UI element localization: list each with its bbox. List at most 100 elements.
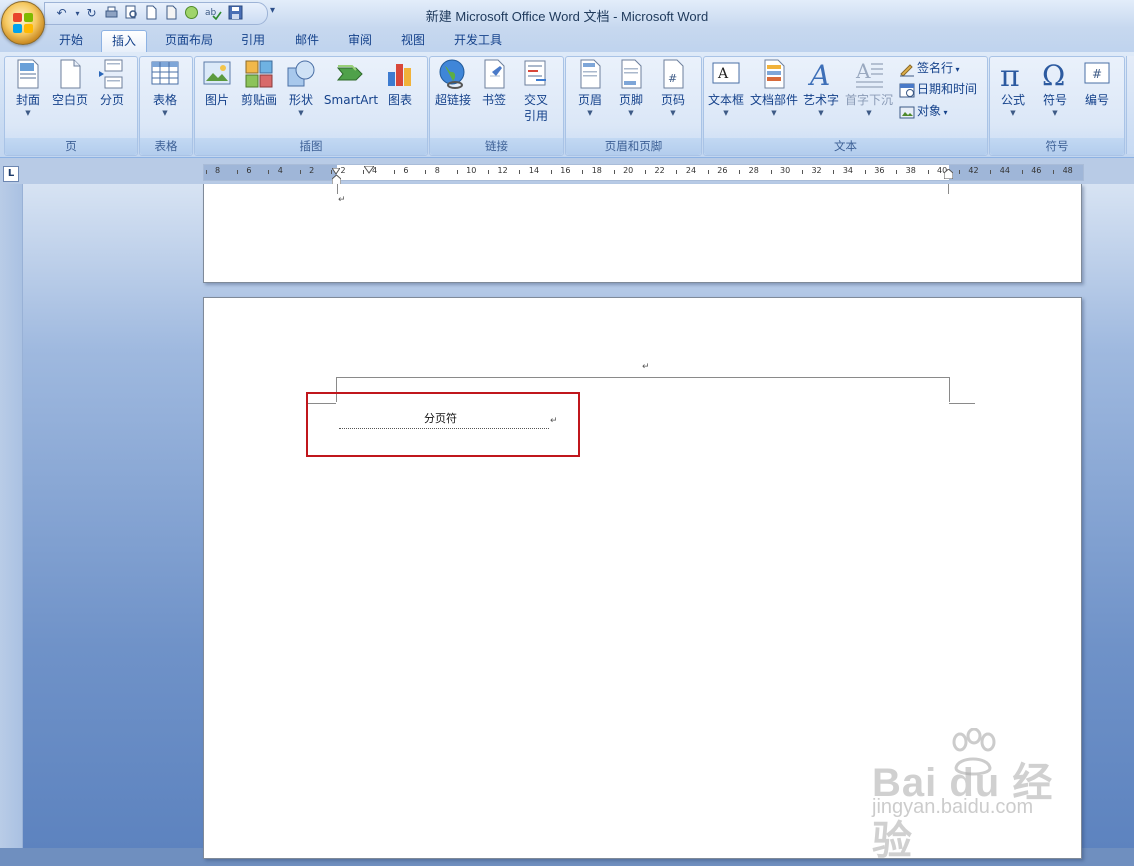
circle-icon[interactable] — [183, 5, 200, 22]
ruler-tick-label: 8 — [434, 166, 440, 175]
symbol-button[interactable]: Ω 符号 ▼ — [1035, 58, 1075, 118]
text-box-button[interactable]: A 文本框 ▼ — [706, 58, 746, 118]
right-indent-marker[interactable] — [943, 168, 954, 180]
omega-icon: Ω — [1039, 58, 1071, 92]
equation-button[interactable]: π 公式 ▼ — [993, 58, 1033, 118]
bookmark-icon — [478, 58, 510, 90]
numbering-button[interactable]: # 编号 — [1077, 58, 1117, 108]
text-box-icon: A — [710, 58, 742, 90]
ruler-tick — [1021, 170, 1023, 174]
page-number-button[interactable]: # 页码 ▼ — [653, 58, 693, 118]
object-icon — [899, 104, 915, 120]
ruler-tick — [645, 170, 647, 174]
shapes-icon — [285, 58, 317, 90]
ruler-tick-label: 18 — [591, 166, 602, 175]
undo-icon[interactable]: ↶ — [53, 5, 70, 22]
tab-insert[interactable]: 插入 — [101, 30, 147, 52]
hyperlink-button[interactable]: 超链接 — [432, 58, 474, 108]
ruler-tick-label: 24 — [685, 166, 697, 175]
vertical-ruler[interactable] — [0, 184, 23, 848]
picture-icon — [201, 58, 233, 90]
bookmark-button[interactable]: 书签 — [476, 58, 512, 108]
cover-page-button[interactable]: 封面 ▼ — [8, 58, 48, 118]
spelling-check-icon[interactable]: ab — [205, 5, 222, 22]
dropdown-arrow-icon: ▼ — [1010, 109, 1016, 117]
dropdown-arrow-icon: ▾ — [953, 65, 960, 74]
page-number-icon: # — [657, 58, 689, 90]
ruler-tick-label: 4 — [277, 166, 283, 175]
tab-stop-selector[interactable]: L — [3, 166, 19, 182]
ruler-tick-label: 2 — [309, 166, 315, 175]
quick-parts-icon — [758, 58, 790, 90]
ruler-tick — [613, 170, 615, 174]
ruler-tick — [519, 170, 521, 174]
ruler-tick-label: 34 — [842, 166, 854, 175]
group-label: 文本 — [704, 138, 987, 155]
ruler-tick — [896, 170, 898, 174]
tab-view[interactable]: 视图 — [392, 30, 434, 51]
date-time-button[interactable]: 日期和时间 — [899, 79, 977, 99]
object-button[interactable]: 对象 ▾ — [899, 101, 948, 121]
ruler-tick — [676, 170, 678, 174]
ruler-tick — [393, 170, 395, 174]
ruler-tick — [425, 170, 427, 174]
tab-mailings[interactable]: 邮件 — [286, 30, 328, 51]
tab-developer[interactable]: 开发工具 — [446, 30, 510, 51]
blank-page-button[interactable]: 空白页 — [48, 58, 92, 108]
svg-text:A: A — [717, 66, 729, 82]
chart-button[interactable]: 图表 — [380, 58, 420, 108]
dropdown-arrow-icon: ▼ — [818, 109, 824, 117]
highlight-box — [306, 392, 580, 457]
tab-review[interactable]: 审阅 — [339, 30, 381, 51]
dropdown-arrow-icon: ▼ — [25, 109, 31, 117]
quick-access-toolbar: ↶ ▾ ↻ ab — [44, 2, 268, 25]
tab-page-layout[interactable]: 页面布局 — [157, 30, 221, 51]
cross-reference-icon — [520, 58, 552, 90]
footer-button[interactable]: 页脚 ▼ — [611, 58, 651, 118]
quick-parts-button[interactable]: 文档部件 ▼ — [748, 58, 800, 118]
ruler-tick-label: 30 — [780, 166, 791, 175]
drop-cap-button[interactable]: A 首字下沉 ▼ — [843, 58, 895, 118]
page-icon[interactable] — [163, 5, 180, 22]
new-document-icon[interactable] — [143, 5, 160, 22]
ruler-tick-label: 42 — [968, 166, 979, 175]
ruler-tick-label: 22 — [654, 166, 665, 175]
indent-marker[interactable] — [363, 163, 375, 174]
tab-home[interactable]: 开始 — [50, 30, 92, 51]
ruler-tick — [582, 170, 584, 174]
ruler-tick-label: 46 — [1031, 166, 1042, 175]
svg-text:Ω: Ω — [1042, 59, 1065, 90]
redo-icon[interactable]: ↻ — [83, 5, 100, 22]
quick-print-icon[interactable] — [103, 5, 120, 22]
signature-line-button[interactable]: 签名行 ▾ — [899, 58, 960, 78]
print-preview-icon[interactable] — [123, 5, 140, 22]
svg-text:#: # — [668, 72, 677, 85]
ruler-tick-label: 10 — [466, 166, 477, 175]
first-line-indent-marker[interactable] — [331, 165, 341, 175]
dropdown-arrow-icon: ▼ — [298, 109, 304, 117]
group-label: 插图 — [195, 138, 427, 155]
save-icon[interactable] — [227, 5, 244, 22]
group-label: 符号 — [990, 138, 1124, 155]
picture-button[interactable]: 图片 — [198, 58, 236, 108]
page-1[interactable]: ↵ — [203, 184, 1082, 283]
signature-line-icon — [899, 61, 915, 77]
left-indent-marker[interactable] — [331, 174, 342, 186]
header-button[interactable]: 页眉 ▼ — [570, 58, 610, 118]
shapes-button[interactable]: 形状 ▼ — [282, 58, 320, 118]
drop-cap-icon: A — [853, 58, 885, 90]
cross-reference-button[interactable]: 交叉 引用 — [516, 58, 556, 124]
tab-references[interactable]: 引用 — [232, 30, 274, 51]
office-button[interactable] — [1, 1, 45, 45]
smartart-button[interactable]: SmartArt — [322, 58, 380, 108]
ruler-tick-label: 2 — [340, 166, 346, 175]
page-break-button[interactable]: 分页 — [92, 58, 132, 108]
wordart-button[interactable]: A 艺术字 ▼ — [800, 58, 842, 118]
customize-qat-icon[interactable]: ▾ — [270, 5, 275, 16]
ruler-tick — [268, 170, 270, 174]
table-button[interactable]: 表格 ▼ — [143, 58, 187, 118]
group-label: 表格 — [140, 138, 192, 155]
ruler-tick-label: 14 — [528, 166, 540, 175]
clip-art-button[interactable]: 剪贴画 — [238, 58, 280, 108]
dropdown-arrow-icon: ▼ — [723, 109, 729, 117]
